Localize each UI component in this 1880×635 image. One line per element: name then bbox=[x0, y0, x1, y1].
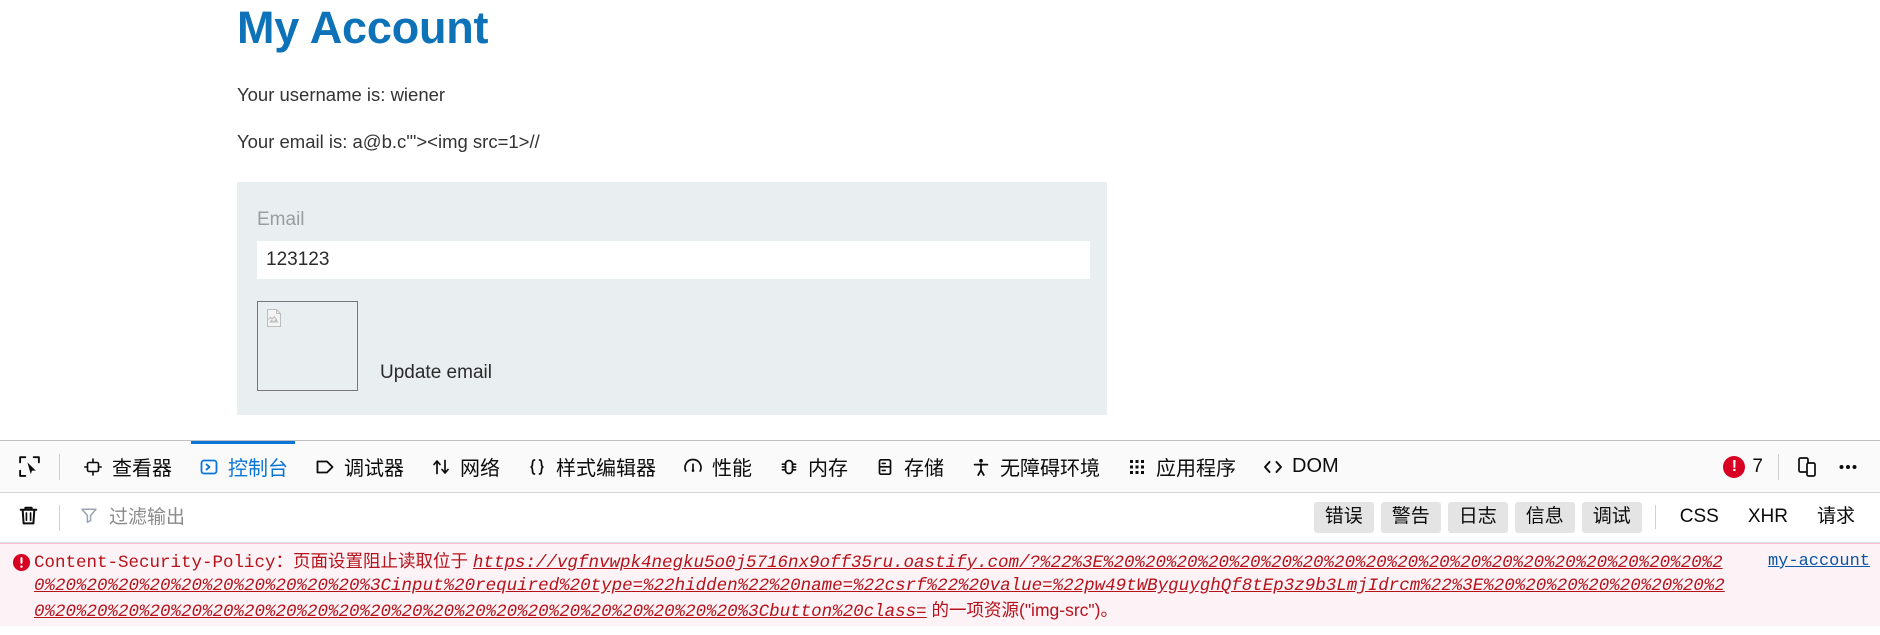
responsive-design-mode-icon[interactable] bbox=[1788, 448, 1828, 486]
message-prefix: Content-Security-Policy： bbox=[34, 553, 294, 573]
filter-toggle-requests[interactable]: 请求 bbox=[1806, 502, 1866, 534]
toolbar-divider bbox=[59, 453, 60, 480]
tab-accessibility-label: 无障碍环境 bbox=[1000, 458, 1100, 480]
filter-input[interactable] bbox=[107, 505, 527, 530]
tab-network-label: 网络 bbox=[460, 458, 500, 480]
tab-memory-label: 内存 bbox=[808, 458, 848, 480]
tab-debugger-label: 调试器 bbox=[344, 458, 404, 480]
console-message-error[interactable]: Content-Security-Policy：页面设置阻止读取位于 https… bbox=[0, 544, 1880, 624]
email-field-label: Email bbox=[257, 209, 305, 231]
username-line: Your username is: wiener bbox=[237, 83, 446, 105]
console-filter-bar: 错误 警告 日志 信息 调试 CSS XHR 请求 bbox=[0, 493, 1880, 543]
message-error-icon bbox=[8, 550, 34, 624]
tab-debugger[interactable]: 调试器 bbox=[301, 441, 417, 492]
update-email-form: Email Update email bbox=[237, 182, 1107, 415]
debugger-icon bbox=[314, 456, 336, 478]
accessibility-icon bbox=[970, 456, 992, 478]
devtools-tab-list: 查看器 控制台 调试器 网络 样式编辑器 性能 内存 存储 无障碍环境 应用程序… bbox=[69, 441, 1352, 492]
filter-toggle-warnings[interactable]: 警告 bbox=[1380, 501, 1441, 534]
filter-toggle-info[interactable]: 信息 bbox=[1514, 501, 1575, 534]
tab-dom[interactable]: DOM bbox=[1249, 441, 1352, 492]
filter-toggle-xhr[interactable]: XHR bbox=[1737, 502, 1799, 534]
devtools-panel: 查看器 控制台 调试器 网络 样式编辑器 性能 内存 存储 无障碍环境 应用程序… bbox=[0, 440, 1880, 635]
more-options-icon[interactable] bbox=[1828, 448, 1868, 486]
tab-application-label: 应用程序 bbox=[1156, 458, 1236, 480]
filter-divider bbox=[59, 504, 60, 531]
tab-performance-label: 性能 bbox=[712, 458, 752, 480]
error-count-label: 7 bbox=[1752, 455, 1763, 477]
error-count-indicator[interactable]: ! 7 bbox=[1717, 455, 1769, 478]
tab-dom-label: DOM bbox=[1292, 455, 1339, 477]
tab-inspector[interactable]: 查看器 bbox=[69, 441, 185, 492]
tab-application[interactable]: 应用程序 bbox=[1113, 441, 1249, 492]
tab-style-editor[interactable]: 样式编辑器 bbox=[513, 441, 669, 492]
toolbar-divider-right bbox=[1778, 453, 1779, 480]
inspector-icon bbox=[82, 456, 104, 478]
tab-storage[interactable]: 存储 bbox=[861, 441, 957, 492]
filter-toggle-logs[interactable]: 日志 bbox=[1447, 501, 1508, 534]
update-email-button[interactable]: Update email bbox=[358, 362, 492, 391]
application-icon bbox=[1126, 456, 1148, 478]
submit-row: Update email bbox=[257, 300, 1087, 391]
console-icon bbox=[198, 456, 220, 478]
page-title: My Account bbox=[237, 2, 489, 53]
filter-toggle-css[interactable]: CSS bbox=[1669, 502, 1730, 534]
tab-performance[interactable]: 性能 bbox=[669, 441, 765, 492]
element-picker-icon[interactable] bbox=[8, 447, 50, 487]
storage-icon bbox=[874, 456, 896, 478]
filter-input-wrap bbox=[69, 501, 1314, 535]
tab-memory[interactable]: 内存 bbox=[765, 441, 861, 492]
console-message-text: Content-Security-Policy：页面设置阻止读取位于 https… bbox=[34, 550, 1872, 624]
email-line: Your email is: a@b.c'"><img src=1>// bbox=[237, 130, 540, 152]
broken-image-placeholder bbox=[257, 300, 358, 391]
filter-toggle-errors[interactable]: 错误 bbox=[1313, 501, 1374, 534]
broken-image-icon bbox=[265, 308, 285, 328]
tab-accessibility[interactable]: 无障碍环境 bbox=[957, 441, 1113, 492]
devtools-toolbar: 查看器 控制台 调试器 网络 样式编辑器 性能 内存 存储 无障碍环境 应用程序… bbox=[0, 441, 1880, 493]
tab-style-editor-label: 样式编辑器 bbox=[556, 458, 656, 480]
email-input[interactable] bbox=[257, 240, 1090, 279]
tab-storage-label: 存储 bbox=[904, 458, 944, 480]
error-icon: ! bbox=[1723, 455, 1746, 478]
tab-console[interactable]: 控制台 bbox=[185, 441, 301, 492]
filter-toggle-debug[interactable]: 调试 bbox=[1581, 501, 1642, 534]
clear-console-button[interactable] bbox=[6, 498, 50, 538]
console-output: Content-Security-Policy：页面设置阻止读取位于 https… bbox=[0, 543, 1880, 626]
message-text-after-url: 的一项资源("img-src")。 bbox=[926, 599, 1118, 620]
network-icon bbox=[430, 456, 452, 478]
message-source-link[interactable]: my-account bbox=[1768, 552, 1870, 571]
message-text-before-url: 页面设置阻止读取位于 bbox=[293, 551, 473, 571]
filter-toggle-group: 错误 警告 日志 信息 调试 CSS XHR 请求 bbox=[1313, 501, 1866, 534]
dom-icon bbox=[1262, 456, 1284, 478]
performance-icon bbox=[682, 456, 704, 478]
style-editor-icon bbox=[526, 456, 548, 478]
funnel-icon bbox=[79, 505, 99, 530]
memory-icon bbox=[778, 456, 800, 478]
tab-inspector-label: 查看器 bbox=[112, 458, 172, 480]
tab-console-label: 控制台 bbox=[228, 458, 288, 480]
filter-toggle-divider bbox=[1654, 505, 1656, 530]
page-container: My Account Your username is: wiener Your… bbox=[0, 0, 1880, 415]
web-page-content: My Account Your username is: wiener Your… bbox=[0, 0, 1880, 440]
trash-icon bbox=[16, 503, 41, 533]
tab-network[interactable]: 网络 bbox=[417, 441, 513, 492]
